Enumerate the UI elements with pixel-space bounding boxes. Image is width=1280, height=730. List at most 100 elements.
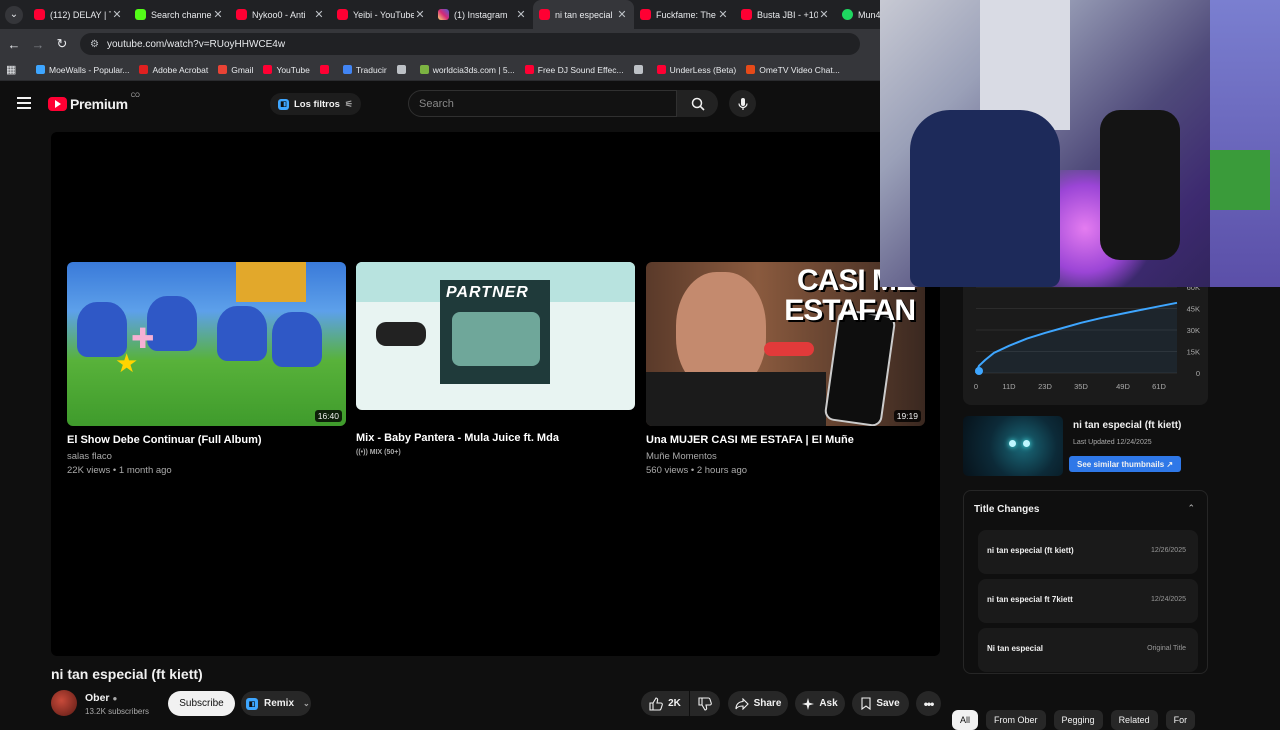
browser-tab[interactable]: Yeibi - YouTube ✕ — [331, 0, 432, 29]
mix-icon: ((•)) — [356, 449, 370, 456]
url-text: youtube.com/watch?v=RUoyHHWCE4w — [106, 38, 286, 50]
youtube-premium-logo[interactable]: Premium CO — [48, 93, 140, 112]
filters-button[interactable]: ◧ Los filtros ⚟ — [270, 93, 361, 115]
endscreen-title[interactable]: Una MUJER CASI ME ESTAFA | El Muñe — [646, 434, 925, 446]
back-button[interactable]: ← — [2, 37, 26, 52]
browser-tab[interactable]: Fuckfame: The ✕ — [634, 0, 735, 29]
bookmark-label: OmeTV Video Chat... — [759, 64, 840, 75]
title-change-row: Ni tan especial Original Title — [978, 628, 1198, 672]
endscreen-thumbnail[interactable]: ✚ ★ 16:40 — [67, 262, 346, 426]
thumbnail-image — [963, 416, 1063, 476]
browser-tab[interactable]: Search channel ✕ — [129, 0, 230, 29]
bookmark-item[interactable] — [633, 65, 647, 75]
bookmark-label: UnderLess (Beta) — [669, 64, 737, 75]
search-button[interactable] — [677, 90, 718, 117]
bookmark-item[interactable]: MoeWalls - Popular... — [36, 65, 129, 75]
title-change-name: Ni tan especial — [987, 644, 1044, 653]
like-button[interactable]: 2K — [641, 691, 689, 716]
bookmark-item[interactable]: UnderLess (Beta) — [656, 64, 737, 75]
menu-icon[interactable] — [17, 97, 31, 109]
filter-chip[interactable]: From Ober — [986, 710, 1046, 730]
channel-name[interactable]: Ober ● — [85, 692, 117, 704]
sliders-icon: ⚟ — [344, 98, 353, 109]
search-placeholder: Search — [419, 97, 454, 110]
site-info-icon[interactable]: ⚙ — [90, 39, 99, 50]
voice-search-button[interactable] — [729, 90, 756, 117]
tab-favicon-icon — [842, 9, 853, 20]
bookmark-item[interactable] — [319, 65, 333, 75]
endscreen-title[interactable]: El Show Debe Continuar (Full Album) — [67, 434, 346, 446]
bookmark-item[interactable]: Adobe Acrobat — [139, 65, 208, 75]
logo-region: CO — [130, 93, 140, 99]
search-icon — [691, 97, 705, 111]
video-player[interactable]: ✚ ★ 16:40 El Show Debe Continuar (Full A… — [51, 132, 940, 656]
bookmark-item[interactable]: Free DJ Sound Effec... — [524, 65, 624, 75]
close-tab-icon[interactable]: ✕ — [313, 8, 325, 21]
bookmark-favicon-icon — [633, 65, 643, 74]
tab-favicon-icon — [236, 9, 247, 20]
tab-favicon-icon — [135, 9, 146, 20]
apps-grid-icon[interactable]: ▦ — [6, 63, 26, 76]
bookmark-item[interactable]: OmeTV Video Chat... — [746, 65, 840, 75]
browser-tab[interactable]: ni tan especial ✕ — [533, 0, 634, 29]
tab-favicon-icon — [337, 9, 348, 20]
share-button[interactable]: Share — [728, 691, 788, 716]
more-actions-button[interactable]: ••• — [916, 691, 941, 716]
bookmark-label: Gmail — [231, 64, 254, 75]
bookmark-item[interactable]: Gmail — [218, 65, 253, 75]
filter-chip[interactable]: All — [952, 710, 979, 730]
endscreen-card[interactable]: PARTNER Mix - Baby Pantera - Mula Juice … — [356, 262, 635, 456]
close-tab-icon[interactable]: ✕ — [818, 8, 830, 21]
remix-button[interactable]: ◧ Remix ⌄ — [241, 691, 311, 716]
endscreen-channel[interactable]: salas flaco — [67, 451, 346, 462]
search-input[interactable]: Search — [408, 90, 677, 117]
endscreen-thumbnail[interactable]: PARTNER — [356, 262, 635, 410]
tab-title: Fuckfame: The — [656, 9, 716, 20]
tab-search-button[interactable]: ⌄ — [0, 0, 28, 29]
x-tick-label: 0 — [974, 382, 978, 391]
bookmark-favicon-icon — [218, 65, 228, 74]
reload-button[interactable]: ↻ — [50, 36, 74, 52]
bookmark-icon — [861, 697, 871, 710]
verified-icon: ● — [112, 694, 118, 703]
views-chart-svg: 0 15K 30K 45K 60K 0 11D 23D 35D 49D 61D — [974, 287, 1200, 391]
close-tab-icon[interactable]: ✕ — [616, 8, 628, 21]
close-tab-icon[interactable]: ✕ — [515, 8, 527, 21]
forward-button[interactable]: → — [26, 37, 50, 52]
endscreen-channel[interactable]: Muñe Momentos — [646, 451, 925, 462]
bookmark-item[interactable]: worldcia3ds.com | 5... — [419, 65, 515, 75]
endscreen-title[interactable]: Mix - Baby Pantera - Mula Juice ft. Mda — [356, 432, 635, 444]
tab-favicon-icon — [741, 9, 752, 20]
tab-favicon-icon — [640, 9, 651, 20]
bookmark-item[interactable] — [396, 65, 410, 75]
bookmark-favicon-icon — [746, 65, 756, 74]
close-tab-icon[interactable]: ✕ — [212, 8, 224, 21]
browser-tab[interactable]: Busta JBI - +10 ✕ — [735, 0, 836, 29]
close-tab-icon[interactable]: ✕ — [414, 8, 426, 21]
ask-button[interactable]: Ask — [795, 691, 845, 716]
bookmark-item[interactable]: YouTube — [263, 65, 310, 75]
mix-label: MIX (50+) — [369, 449, 401, 456]
see-similar-thumbnails-button[interactable]: See similar thumbnails ↗ — [1069, 456, 1182, 472]
bookmark-favicon-icon — [263, 65, 273, 74]
save-button[interactable]: Save — [852, 691, 909, 716]
filter-chip[interactable]: Related — [1110, 710, 1158, 730]
browser-tab[interactable]: (112) DELAY | T ✕ — [28, 0, 129, 29]
close-tab-icon[interactable]: ✕ — [111, 8, 123, 21]
channel-avatar[interactable] — [51, 690, 77, 716]
tab-favicon-icon — [34, 9, 45, 20]
browser-tab[interactable]: (1) Instagram ✕ — [432, 0, 533, 29]
bookmark-item[interactable]: Traducir — [342, 65, 387, 75]
filter-chip[interactable]: Pegging — [1053, 710, 1103, 730]
browser-tab[interactable]: Nykoo0 - Anti ✕ — [230, 0, 331, 29]
dislike-button[interactable] — [690, 691, 720, 716]
close-tab-icon[interactable]: ✕ — [717, 8, 729, 21]
video-duration: 16:40 — [314, 410, 342, 422]
chevron-up-icon[interactable]: ⌃ — [1187, 503, 1195, 514]
filter-chip[interactable]: For — [1165, 710, 1196, 730]
remix-icon: ◧ — [246, 697, 258, 710]
subscribe-button[interactable]: Subscribe — [168, 691, 235, 716]
endscreen-card[interactable]: CASI ME ESTAFAN 19:19 Una MUJER CASI ME … — [646, 262, 925, 476]
endscreen-card[interactable]: ✚ ★ 16:40 El Show Debe Continuar (Full A… — [67, 262, 346, 476]
address-bar[interactable]: ⚙ youtube.com/watch?v=RUoyHHWCE4w — [80, 33, 860, 55]
